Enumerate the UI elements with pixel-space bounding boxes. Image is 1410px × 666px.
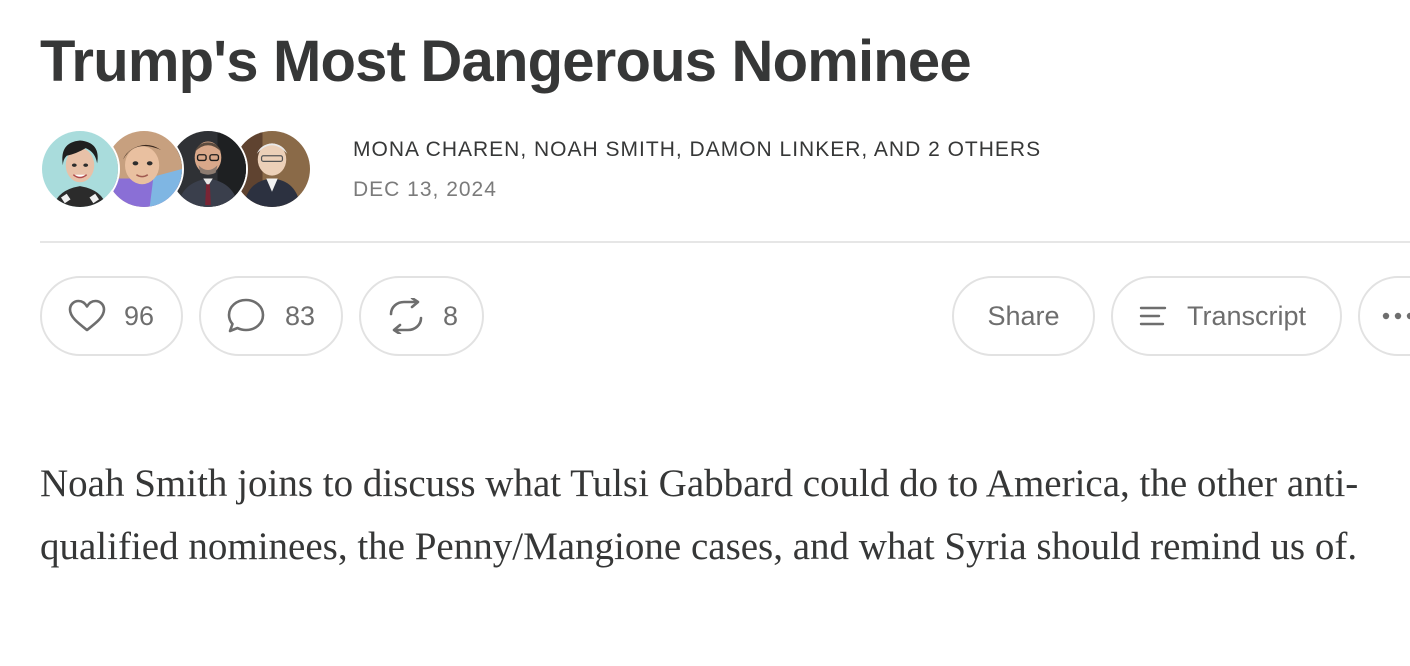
like-count: 96 — [124, 300, 155, 331]
author-avatar-1-icon — [42, 131, 118, 207]
author-avatars[interactable] — [40, 129, 320, 211]
restack-arrows-icon — [387, 298, 425, 334]
share-label: Share — [987, 300, 1060, 331]
author-avatar[interactable] — [40, 129, 120, 209]
divider — [40, 241, 1410, 243]
comment-button[interactable]: 83 — [199, 276, 343, 356]
post-date: DEC 13, 2024 — [353, 178, 497, 201]
comment-bubble-icon — [227, 298, 265, 334]
post-description: Noah Smith joins to discuss what Tulsi G… — [40, 462, 1359, 568]
lines-icon — [1139, 305, 1167, 327]
restack-button[interactable]: 8 — [359, 276, 484, 356]
like-button[interactable]: 96 — [40, 276, 183, 356]
restack-count: 8 — [443, 300, 459, 331]
heart-icon — [68, 299, 106, 333]
post-title: Trump's Most Dangerous Nominee — [40, 29, 972, 94]
share-button[interactable]: Share — [952, 276, 1095, 356]
comment-count: 83 — [285, 300, 316, 331]
author-byline[interactable]: MONA CHAREN, NOAH SMITH, DAMON LINKER, A… — [353, 138, 1041, 162]
ellipsis-icon — [1382, 312, 1410, 320]
transcript-button[interactable]: Transcript — [1111, 276, 1342, 356]
more-options-button[interactable] — [1358, 276, 1410, 356]
transcript-label: Transcript — [1187, 300, 1307, 331]
